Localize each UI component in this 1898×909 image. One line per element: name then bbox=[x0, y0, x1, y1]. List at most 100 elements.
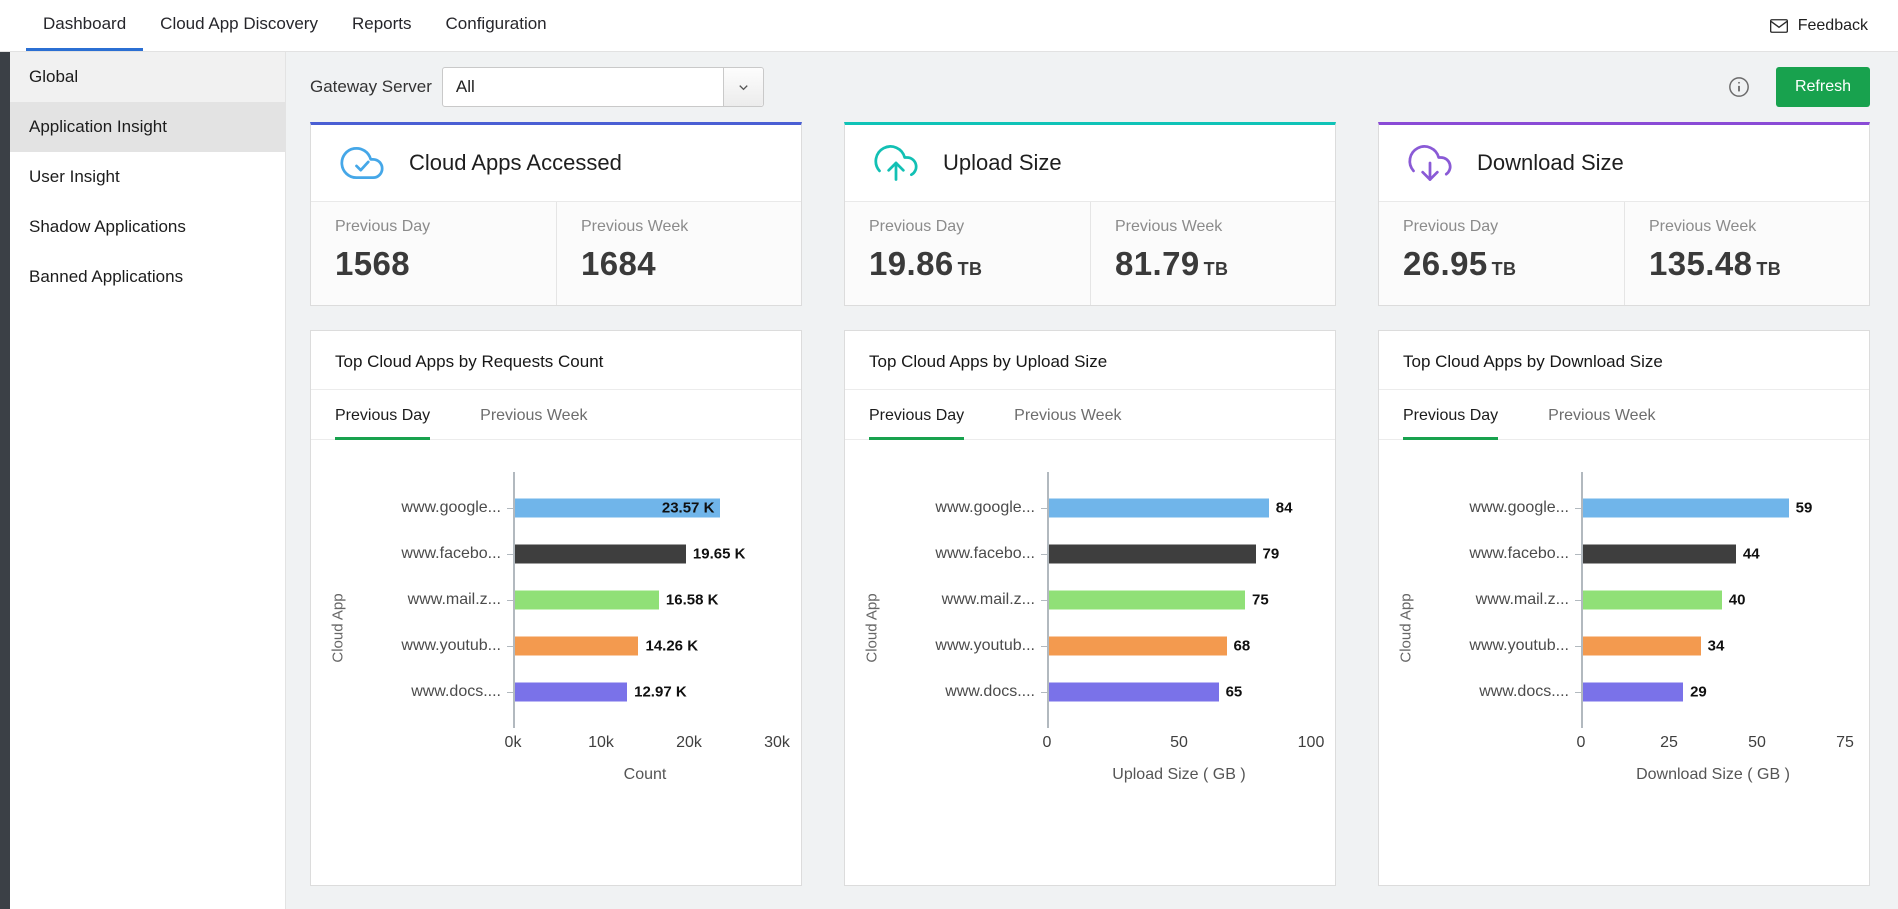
chart-card-requests-count: Top Cloud Apps by Requests Count Previou… bbox=[310, 330, 802, 886]
category-label: www.youtub... bbox=[1421, 637, 1581, 655]
summary-card-title: Download Size bbox=[1477, 150, 1624, 176]
bar[interactable] bbox=[513, 683, 627, 702]
bar[interactable] bbox=[1581, 499, 1789, 518]
x-tick-label: 75 bbox=[1836, 734, 1854, 752]
tab-reports[interactable]: Reports bbox=[335, 0, 429, 51]
bar-track: 44 bbox=[1581, 531, 1845, 577]
bar[interactable] bbox=[1581, 683, 1683, 702]
bar-value-label: 34 bbox=[1708, 638, 1725, 655]
tab-configuration[interactable]: Configuration bbox=[429, 0, 564, 51]
tab-previous-week[interactable]: Previous Week bbox=[480, 407, 587, 440]
x-tick-label: 30k bbox=[764, 734, 790, 752]
chart-tabs: Previous Day Previous Week bbox=[1379, 390, 1869, 440]
bar-row: www.youtub... 34 bbox=[1421, 623, 1845, 669]
bar-value-label: 19.65 K bbox=[693, 546, 746, 563]
x-tick-label: 0 bbox=[1577, 734, 1586, 752]
sidebar-item-global[interactable]: Global bbox=[10, 52, 285, 102]
tab-cloud-app-discovery[interactable]: Cloud App Discovery bbox=[143, 0, 335, 51]
bar-chart-requests-count: Cloud App www.google...23.57 Kwww.facebo… bbox=[311, 440, 801, 784]
feedback-label: Feedback bbox=[1798, 17, 1868, 35]
cloud-upload-icon bbox=[869, 141, 923, 185]
x-tick-label: 0 bbox=[1043, 734, 1052, 752]
tab-dashboard[interactable]: Dashboard bbox=[26, 0, 143, 51]
previous-day-stat: Previous Day 26.95TB bbox=[1379, 202, 1624, 305]
bar-row: www.mail.z...75 bbox=[887, 577, 1311, 623]
previous-week-stat: Previous Week 81.79TB bbox=[1090, 202, 1335, 305]
bar-row: www.facebo... 19.65 K bbox=[353, 531, 777, 577]
bar-row: www.facebo...44 bbox=[1421, 531, 1845, 577]
category-label: www.docs.... bbox=[1421, 683, 1581, 701]
bar[interactable] bbox=[1047, 683, 1219, 702]
y-axis-line bbox=[513, 472, 515, 728]
bar-value-label: 14.26 K bbox=[645, 638, 698, 655]
bar-track: 68 bbox=[1047, 623, 1311, 669]
category-label: www.youtub... bbox=[887, 637, 1047, 655]
chart-title: Top Cloud Apps by Upload Size bbox=[845, 331, 1335, 390]
chart-card-download-size: Top Cloud Apps by Download Size Previous… bbox=[1378, 330, 1870, 886]
category-label: www.mail.z... bbox=[887, 591, 1047, 609]
toolbar: Gateway Server All Refresh bbox=[286, 52, 1898, 120]
sidebar-item-application-insight[interactable]: Application Insight bbox=[10, 102, 285, 152]
chart-title: Top Cloud Apps by Download Size bbox=[1379, 331, 1869, 390]
x-tick-label: 50 bbox=[1170, 734, 1188, 752]
x-axis-ticks: 0k10k20k30k bbox=[513, 734, 777, 758]
bar-track: 29 bbox=[1581, 669, 1845, 715]
bar-row: www.youtub... 68 bbox=[887, 623, 1311, 669]
sidebar-item-user-insight[interactable]: User Insight bbox=[10, 152, 285, 202]
info-icon[interactable] bbox=[1728, 76, 1750, 98]
bar[interactable] bbox=[513, 591, 659, 610]
tab-previous-day[interactable]: Previous Day bbox=[1403, 407, 1498, 440]
category-label: www.mail.z... bbox=[353, 591, 513, 609]
x-tick-label: 50 bbox=[1748, 734, 1766, 752]
gateway-server-label: Gateway Server bbox=[310, 77, 432, 97]
previous-week-stat: Previous Week 1684 bbox=[556, 202, 801, 305]
bar-value-label: 68 bbox=[1234, 638, 1251, 655]
y-axis-label: Cloud App bbox=[1391, 472, 1421, 784]
stat-value: 81.79TB bbox=[1115, 245, 1311, 283]
bar[interactable] bbox=[1581, 545, 1736, 564]
summary-card-cloud-apps-accessed: Cloud Apps Accessed Previous Day 1568 Pr… bbox=[310, 122, 802, 306]
bar[interactable] bbox=[1047, 591, 1245, 610]
bar-value-label: 23.57 K bbox=[662, 500, 715, 517]
x-tick-label: 0k bbox=[505, 734, 522, 752]
category-label: www.mail.z... bbox=[1421, 591, 1581, 609]
bar-value-label: 79 bbox=[1263, 546, 1280, 563]
bar[interactable] bbox=[513, 545, 686, 564]
summary-card-upload-size: Upload Size Previous Day 19.86TB Previou… bbox=[844, 122, 1336, 306]
tab-previous-week[interactable]: Previous Week bbox=[1548, 407, 1655, 440]
stat-label: Previous Week bbox=[1649, 218, 1845, 236]
tab-previous-week[interactable]: Previous Week bbox=[1014, 407, 1121, 440]
bar-track: 40 bbox=[1581, 577, 1845, 623]
gateway-server-select[interactable]: All bbox=[442, 67, 764, 107]
bar-track: 84 bbox=[1047, 485, 1311, 531]
bar[interactable] bbox=[1047, 637, 1227, 656]
tab-previous-day[interactable]: Previous Day bbox=[869, 407, 964, 440]
chart-tabs: Previous Day Previous Week bbox=[845, 390, 1335, 440]
y-axis-line bbox=[1047, 472, 1049, 728]
category-label: www.facebo... bbox=[353, 545, 513, 563]
x-axis-label: Download Size ( GB ) bbox=[1581, 758, 1845, 784]
bar-value-label: 44 bbox=[1743, 546, 1760, 563]
summary-card-title: Upload Size bbox=[943, 150, 1062, 176]
bar[interactable] bbox=[1581, 591, 1722, 610]
bar-value-label: 65 bbox=[1226, 684, 1243, 701]
tab-previous-day[interactable]: Previous Day bbox=[335, 407, 430, 440]
envelope-icon bbox=[1769, 16, 1789, 36]
previous-week-stat: Previous Week 135.48TB bbox=[1624, 202, 1869, 305]
sidebar-item-banned-applications[interactable]: Banned Applications bbox=[10, 252, 285, 302]
bar-track: 75 bbox=[1047, 577, 1311, 623]
bar-row: www.google...59 bbox=[1421, 485, 1845, 531]
y-axis-label: Cloud App bbox=[323, 472, 353, 784]
chart-tabs: Previous Day Previous Week bbox=[311, 390, 801, 440]
bar-row: www.facebo...79 bbox=[887, 531, 1311, 577]
summary-card-title: Cloud Apps Accessed bbox=[409, 150, 622, 176]
bar[interactable] bbox=[513, 637, 638, 656]
feedback-button[interactable]: Feedback bbox=[1769, 0, 1868, 51]
bar-track: 12.97 K bbox=[513, 669, 777, 715]
bar[interactable] bbox=[1047, 499, 1269, 518]
bar[interactable] bbox=[1581, 637, 1701, 656]
bar[interactable] bbox=[1047, 545, 1256, 564]
cloud-check-icon bbox=[335, 141, 389, 185]
refresh-button[interactable]: Refresh bbox=[1776, 67, 1870, 107]
sidebar-item-shadow-applications[interactable]: Shadow Applications bbox=[10, 202, 285, 252]
